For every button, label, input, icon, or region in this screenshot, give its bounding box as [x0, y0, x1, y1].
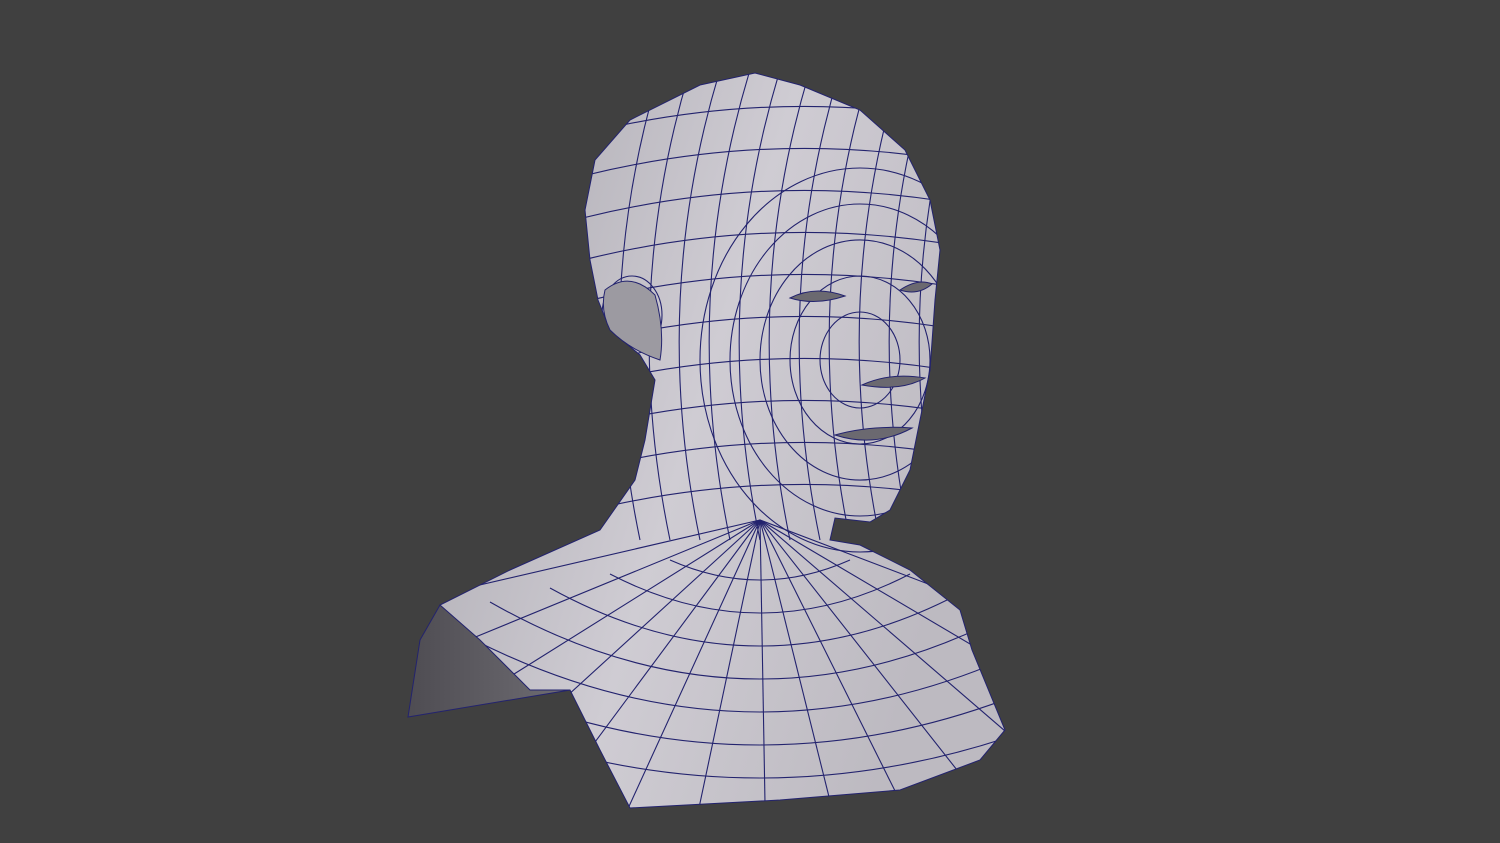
3d-viewport[interactable] — [0, 0, 1500, 843]
render-canvas — [0, 0, 1500, 843]
